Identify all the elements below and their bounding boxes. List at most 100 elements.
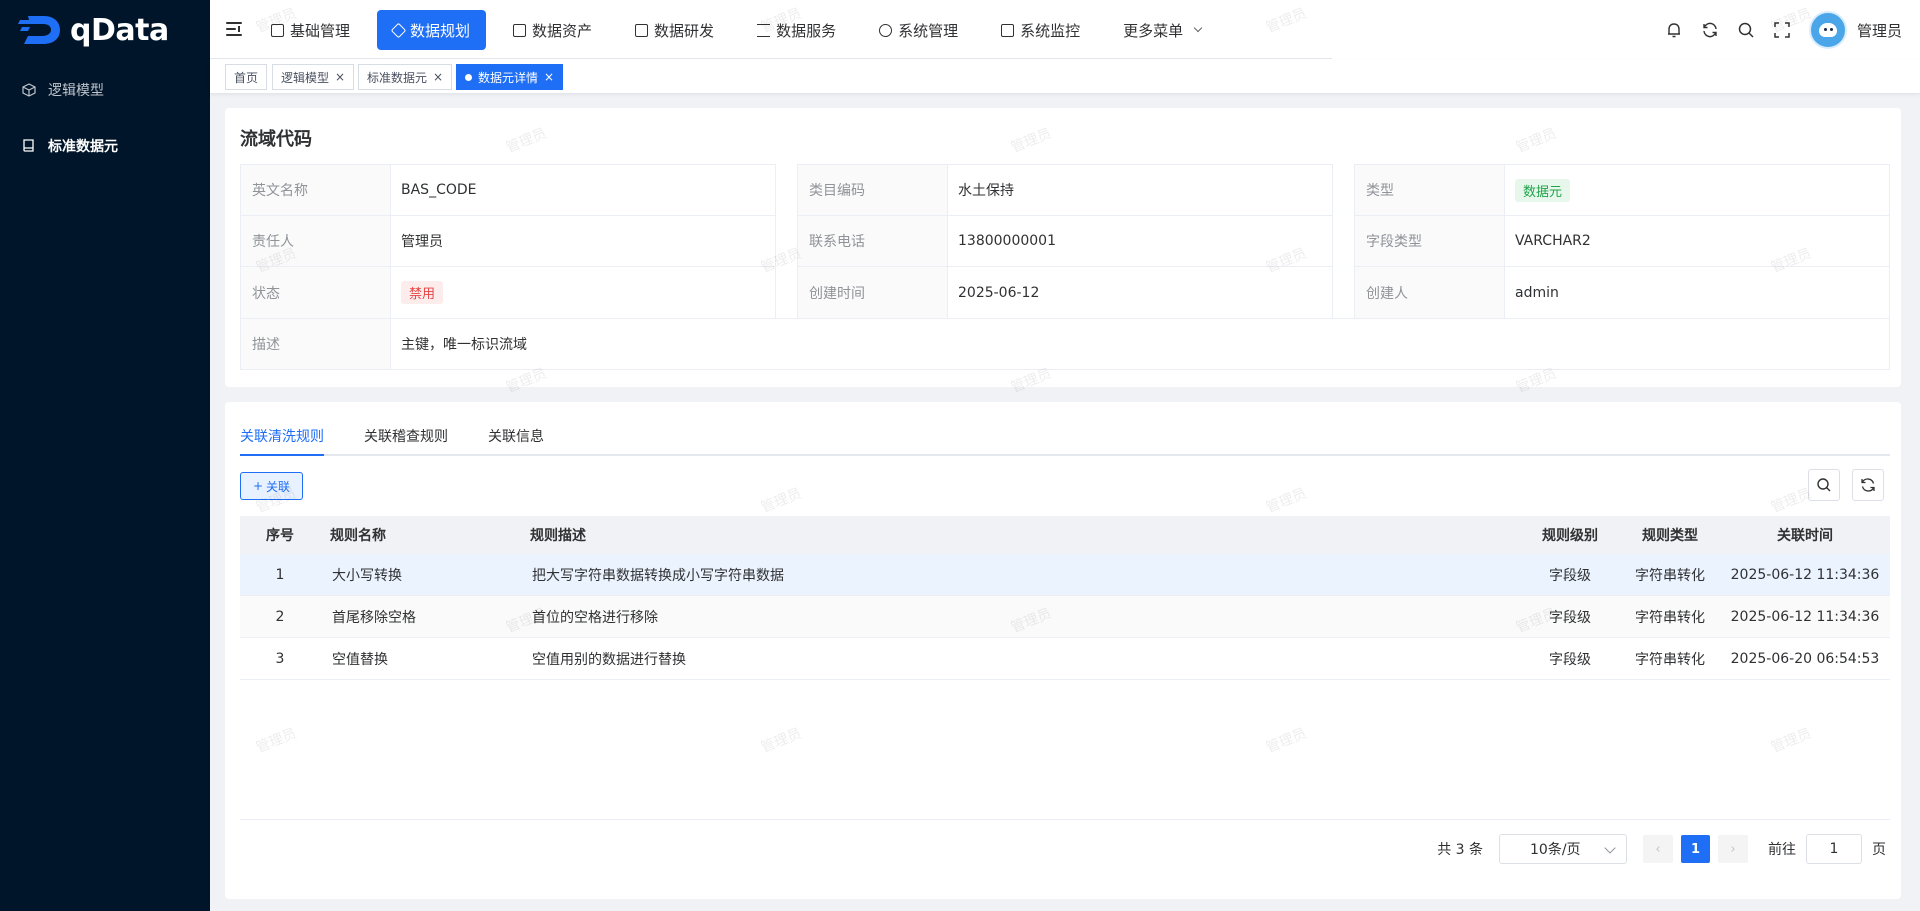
fullscreen-icon[interactable]	[1773, 21, 1791, 39]
top-nav: 基础管理 数据规划 数据资产 数据研发 数据服务 系统管理 系统监控 更多菜单	[255, 10, 1228, 50]
tag-label: 标准数据元	[367, 70, 428, 85]
active-dot-icon	[465, 73, 472, 81]
settings-icon	[879, 23, 893, 37]
nav-item-planning[interactable]: 数据规划	[377, 10, 487, 50]
cell-desc: 把大写字符串数据转换成小写字符串数据	[532, 567, 784, 584]
avatar[interactable]	[1808, 11, 1847, 49]
table-row[interactable]: 1 大小写转换 把大写字符串数据转换成小写字符串数据 字段级 字符串转化 202…	[240, 554, 1890, 596]
field-type-value: VARCHAR2	[1504, 215, 1890, 267]
refresh-icon	[1861, 478, 1875, 492]
cell-name: 空值替换	[332, 651, 388, 668]
info-row-1c: 类型 数据元	[1354, 164, 1890, 216]
sidebar: qData 逻辑模型 标准数据元	[0, 0, 210, 911]
tab-clean-rules[interactable]: 关联清洗规则	[240, 426, 324, 446]
assoc-button[interactable]: + 关联	[240, 472, 303, 500]
pagination: 共 3 条 10条/页 ‹ 1 › 前往 1 页	[1437, 834, 1886, 864]
tab-assoc-info[interactable]: 关联信息	[488, 426, 544, 446]
column-header-name: 规则名称	[330, 528, 386, 544]
page-number-1[interactable]: 1	[1681, 835, 1710, 863]
sidebar-item-logic-model[interactable]: 逻辑模型	[0, 62, 210, 118]
goto-label: 前往	[1768, 842, 1796, 858]
search-toggle-button[interactable]	[1808, 469, 1840, 501]
category-value: 水土保持	[947, 164, 1333, 216]
detail-title: 流域代码	[240, 129, 312, 150]
nav-divider	[210, 58, 1332, 59]
tab-audit-rules[interactable]: 关联稽查规则	[364, 426, 448, 446]
category-label: 类目编码	[797, 164, 947, 216]
nav-item-assets[interactable]: 数据资产	[497, 10, 608, 50]
hourglass-icon	[757, 23, 771, 37]
user-name[interactable]: 管理员	[1857, 20, 1902, 41]
cell-desc: 空值用别的数据进行替换	[532, 651, 686, 668]
nav-label: 系统管理	[898, 21, 959, 40]
search-icon[interactable]	[1737, 21, 1755, 39]
cell-time: 2025-06-12 11:34:36	[1730, 608, 1880, 625]
tag-home[interactable]: 首页	[225, 64, 268, 90]
sidebar-item-label: 逻辑模型	[48, 83, 104, 99]
cell-time: 2025-06-20 06:54:53	[1730, 650, 1880, 667]
rules-tabs: 关联清洗规则 关联稽查规则 关联信息	[240, 402, 1890, 456]
info-row-3b: 创建时间 2025-06-12	[797, 266, 1333, 319]
cell-time: 2025-06-12 11:34:36	[1730, 566, 1880, 583]
nav-label: 基础管理	[290, 21, 351, 40]
column-header-desc: 规则描述	[530, 528, 586, 544]
app-logo[interactable]: qData	[0, 0, 210, 60]
nav-item-system[interactable]: 系统管理	[863, 10, 974, 50]
chevron-left-icon: ‹	[1655, 841, 1661, 857]
nav-item-service[interactable]: 数据服务	[741, 10, 852, 50]
phone-value: 13800000001	[947, 215, 1333, 267]
nav-item-development[interactable]: 数据研发	[619, 10, 730, 50]
info-row-3: 状态 禁用	[240, 266, 776, 319]
table-row[interactable]: 2 首尾移除空格 首位的空格进行移除 字段级 字符串转化 2025-06-12 …	[240, 596, 1890, 638]
prev-page-button[interactable]: ‹	[1643, 835, 1673, 863]
table-header: 序号 规则名称 规则描述 规则级别 规则类型 关联时间	[240, 516, 1890, 554]
created-value: 2025-06-12	[947, 266, 1333, 319]
tag-logic-model[interactable]: 逻辑模型 ×	[272, 64, 355, 90]
field-type-label: 字段类型	[1354, 215, 1504, 267]
bell-icon[interactable]	[1665, 21, 1683, 39]
close-icon[interactable]: ×	[544, 70, 554, 84]
close-icon[interactable]: ×	[433, 70, 443, 84]
nav-label: 系统监控	[1020, 21, 1081, 40]
cell-name: 首尾移除空格	[332, 609, 416, 626]
nav-item-more[interactable]: 更多菜单	[1107, 10, 1217, 50]
page-size-select[interactable]: 10条/页	[1499, 834, 1627, 864]
menu-toggle-icon[interactable]	[226, 20, 244, 38]
tags-view: 首页 逻辑模型 × 标准数据元 × 数据元详情 ×	[210, 60, 1920, 94]
type-value: 数据元	[1504, 164, 1890, 216]
close-icon[interactable]: ×	[335, 70, 345, 84]
monitor-icon	[1001, 23, 1015, 37]
en-name-value: BAS_CODE	[390, 164, 776, 216]
book-icon	[23, 139, 34, 152]
next-page-button[interactable]: ›	[1718, 835, 1748, 863]
table-row[interactable]: 3 空值替换 空值用别的数据进行替换 字段级 字符串转化 2025-06-20 …	[240, 638, 1890, 680]
tag-label: 首页	[234, 70, 259, 85]
sidebar-item-standard-element[interactable]: 标准数据元	[0, 118, 210, 174]
logo-text: qData	[70, 12, 169, 48]
cell-idx: 2	[275, 608, 285, 625]
header-actions: 管理员	[1665, 0, 1902, 60]
goto-page: 前往 1 页	[1768, 834, 1886, 864]
created-label: 创建时间	[797, 266, 947, 319]
type-label: 类型	[1354, 164, 1504, 216]
cell-type: 字符串转化	[1635, 567, 1705, 584]
grid-icon	[271, 23, 284, 37]
info-row-1b: 类目编码 水土保持	[797, 164, 1333, 216]
info-row-1: 英文名称 BAS_CODE	[240, 164, 776, 216]
chevron-right-icon: ›	[1730, 841, 1736, 857]
rules-card: 关联清洗规则 关联稽查规则 关联信息 + 关联 序号 规则名称 规则描述 规则级别…	[225, 402, 1901, 899]
nav-item-basic[interactable]: 基础管理	[255, 10, 366, 50]
goto-page-input[interactable]: 1	[1806, 834, 1862, 864]
refresh-icon[interactable]	[1701, 21, 1719, 39]
type-badge: 数据元	[1515, 178, 1571, 202]
refresh-table-button[interactable]	[1852, 469, 1884, 501]
tag-standard-element[interactable]: 标准数据元 ×	[358, 64, 453, 90]
phone-label: 联系电话	[797, 215, 947, 267]
chevron-down-icon	[1193, 23, 1203, 33]
nav-item-monitor[interactable]: 系统监控	[985, 10, 1096, 50]
status-value: 禁用	[390, 266, 776, 319]
layers-icon	[390, 22, 407, 38]
cell-idx: 3	[275, 650, 285, 667]
info-row-3c: 创建人 admin	[1354, 266, 1890, 319]
tag-element-detail[interactable]: 数据元详情 ×	[456, 64, 564, 90]
